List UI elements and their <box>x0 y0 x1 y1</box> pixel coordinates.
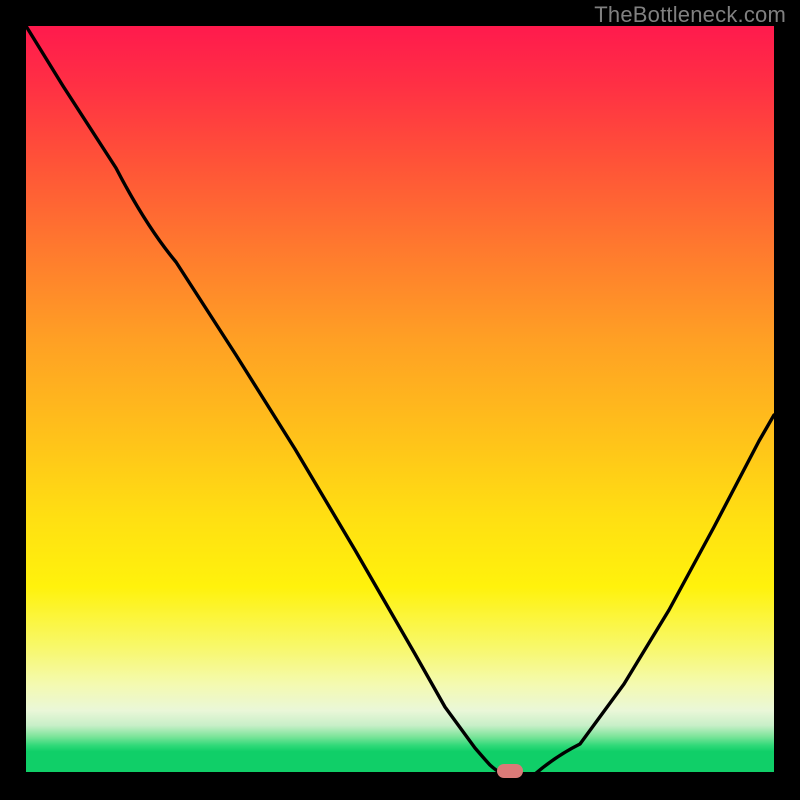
bottleneck-curve <box>26 26 774 774</box>
plot-area <box>26 26 774 774</box>
attribution-text: TheBottleneck.com <box>594 2 786 28</box>
optimal-marker <box>497 764 523 778</box>
chart-frame: TheBottleneck.com <box>0 0 800 800</box>
curve-path <box>26 26 774 774</box>
